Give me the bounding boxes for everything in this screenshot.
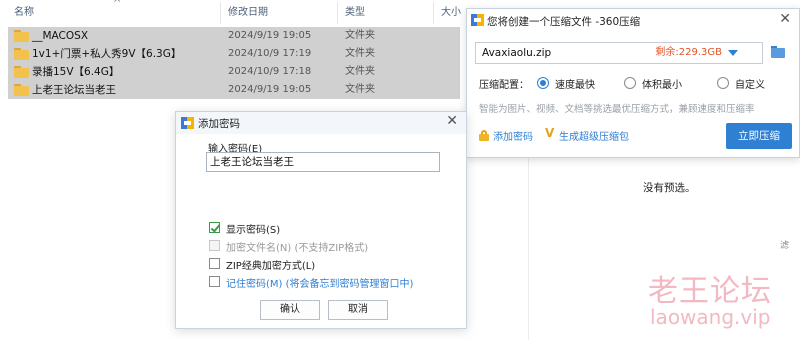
free-space-text: 剩余:229.3GB: [655, 47, 722, 58]
super-pack-link[interactable]: 生成超级压缩包: [559, 128, 629, 143]
file-name: 录播15V【6.4G】: [32, 66, 120, 78]
dialog-title: 添加密码: [198, 118, 240, 130]
close-icon[interactable]: ✕: [779, 11, 791, 27]
file-name: 上老王论坛当老王: [32, 84, 116, 96]
add-password-dialog: 添加密码 ✕ 输入密码(E) 上老王论坛当老王 显示密码(S) 加密文件名(N)…: [175, 111, 467, 329]
zip-classic-encryption-label[interactable]: ZIP经典加密方式(L): [226, 257, 315, 272]
file-row[interactable]: 1v1+门票+私人秀9V【6.3G】 2024/10/9 17:19 文件夹: [8, 45, 460, 63]
password-input[interactable]: 上老王论坛当老王: [206, 152, 440, 172]
column-divider[interactable]: [433, 2, 434, 24]
watermark-text: 老王论坛: [648, 274, 772, 309]
encrypt-filenames-checkbox: [209, 240, 220, 251]
partial-text: 滤: [780, 241, 790, 251]
file-type: 文件夹: [345, 48, 375, 59]
compress-dialog: 您将创建一个压缩文件 -360压缩 ✕ Avaxiaolu.zip 剩余:229…: [466, 8, 800, 158]
folder-icon: [771, 48, 785, 58]
column-header-type[interactable]: 类型: [345, 0, 365, 26]
folder-icon: [14, 66, 29, 78]
remember-password-label[interactable]: 记住密码(M) (将会备忘到密码管理窗口中): [226, 275, 413, 290]
add-password-link[interactable]: 添加密码: [493, 128, 533, 143]
radio-fastest-label[interactable]: 速度最快: [555, 76, 595, 91]
lock-icon: [479, 130, 489, 141]
pane-divider[interactable]: [528, 150, 529, 340]
compression-hint: 智能为图片、视频、文档等挑选最优压缩方式，兼顾速度和压缩率: [479, 104, 755, 115]
file-date: 2024/10/9 17:19: [228, 48, 312, 59]
folder-icon: [14, 84, 29, 96]
column-header-size[interactable]: 大小: [441, 0, 461, 26]
show-password-label[interactable]: 显示密码(S): [226, 221, 280, 236]
file-name: 1v1+门票+私人秀9V【6.3G】: [32, 48, 182, 60]
file-date: 2024/9/19 19:05: [228, 84, 312, 95]
browse-folder-button[interactable]: [767, 43, 789, 63]
radio-custom[interactable]: [717, 77, 729, 89]
file-name: __MACOSX: [32, 30, 89, 42]
remember-password-checkbox[interactable]: [209, 276, 220, 287]
super-pack-icon: V: [545, 126, 555, 140]
file-date: 2024/10/9 17:18: [228, 66, 312, 77]
radio-smallest-label[interactable]: 体积最小: [642, 76, 682, 91]
file-row[interactable]: __MACOSX 2024/9/19 19:05 文件夹: [8, 27, 460, 45]
preview-pane-text: 没有预选。: [643, 182, 696, 194]
chevron-down-icon[interactable]: [728, 50, 738, 56]
compress-now-button[interactable]: 立即压缩: [726, 123, 792, 149]
file-row[interactable]: 录播15V【6.4G】 2024/10/9 17:18 文件夹: [8, 63, 460, 81]
show-password-checkbox[interactable]: [209, 222, 220, 233]
file-type: 文件夹: [345, 84, 375, 95]
encrypt-filenames-label: 加密文件名(N) (不支持ZIP格式): [226, 243, 369, 254]
archive-path-input[interactable]: Avaxiaolu.zip 剩余:229.3GB: [475, 42, 763, 64]
cancel-button[interactable]: 取消: [328, 300, 388, 320]
radio-smallest[interactable]: [624, 77, 636, 89]
zip-classic-encryption-checkbox[interactable]: [209, 258, 220, 269]
file-row[interactable]: 上老王论坛当老王 2024/9/19 19:05 文件夹: [8, 81, 460, 99]
folder-icon: [14, 30, 29, 42]
confirm-button[interactable]: 确认: [260, 300, 320, 320]
watermark-url: laowang.vip: [650, 305, 771, 329]
file-type: 文件夹: [345, 66, 375, 77]
radio-custom-label[interactable]: 自定义: [735, 76, 765, 91]
sort-ascending-icon: ^: [113, 0, 122, 9]
password-value: 上老王论坛当老王: [210, 156, 294, 168]
close-icon[interactable]: ✕: [446, 113, 458, 129]
column-header-name[interactable]: 名称: [14, 0, 34, 26]
dialog-title: 您将创建一个压缩文件 -360压缩: [487, 16, 641, 28]
file-type: 文件夹: [345, 30, 375, 41]
radio-fastest[interactable]: [537, 77, 549, 89]
column-divider[interactable]: [220, 2, 221, 24]
archive-path-value: Avaxiaolu.zip: [482, 47, 552, 59]
column-divider[interactable]: [337, 2, 338, 24]
compress-app-icon: [471, 14, 484, 26]
file-date: 2024/9/19 19:05: [228, 30, 312, 41]
config-label: 压缩配置：: [479, 80, 529, 91]
column-header-date[interactable]: 修改日期: [228, 0, 268, 26]
folder-icon: [14, 48, 29, 60]
compress-app-icon: [181, 117, 194, 129]
